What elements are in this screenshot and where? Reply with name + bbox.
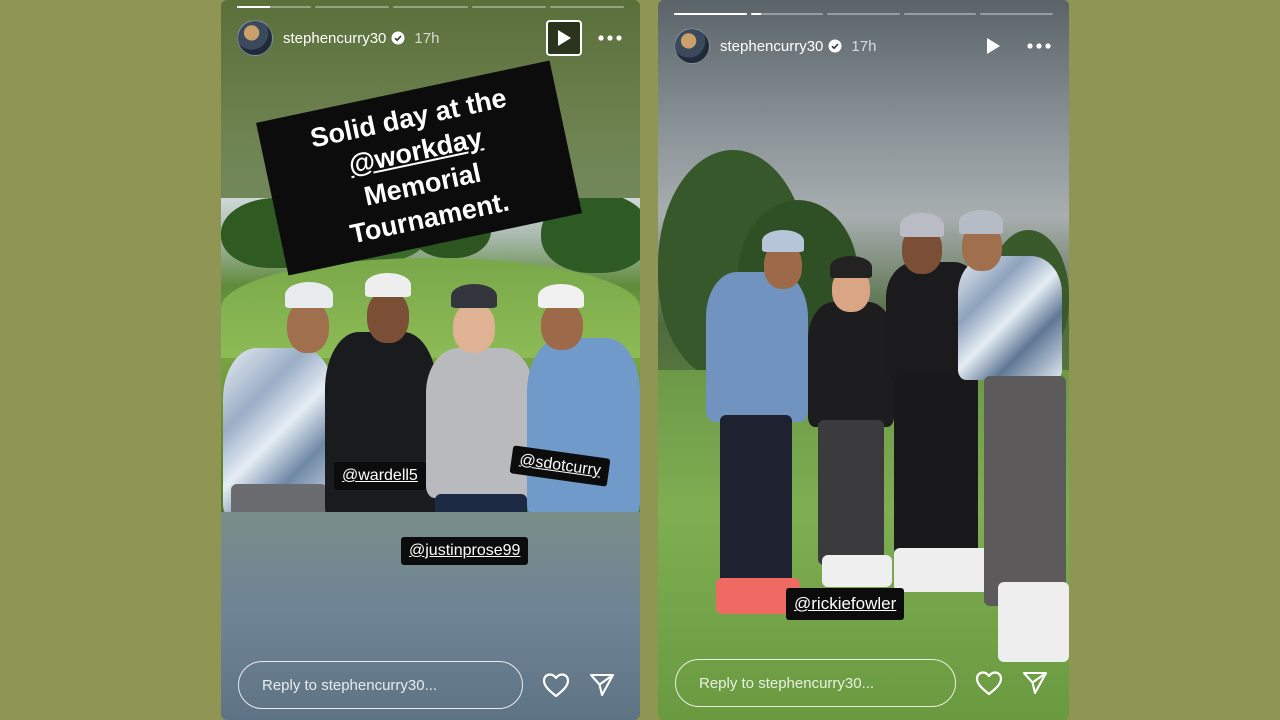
story-header: stephencurry30 17h [674, 28, 1053, 64]
post-time: 17h [414, 29, 440, 47]
more-options-button[interactable] [1025, 36, 1053, 56]
reply-input[interactable]: Reply to stephencurry30... [238, 661, 523, 709]
play-button[interactable] [975, 28, 1011, 64]
mention-tag-justinprose99[interactable]: @justinprose99 [401, 537, 529, 565]
progress-segment [980, 13, 1053, 15]
progress-segment [315, 6, 390, 8]
story-card-2[interactable]: stephencurry30 17h @rickiefowler Reply t… [658, 0, 1069, 720]
heart-icon [975, 671, 1003, 696]
username[interactable]: stephencurry30 [720, 38, 823, 55]
share-button[interactable] [1020, 668, 1050, 698]
story-card-1[interactable]: stephencurry30 17h Solid day at the @wor… [221, 0, 640, 720]
progress-segment [237, 6, 312, 8]
story-footer: Reply to stephencurry30... [238, 660, 624, 710]
send-icon [589, 673, 615, 697]
heart-icon [542, 673, 570, 698]
username[interactable]: stephencurry30 [283, 30, 386, 47]
progress-segment [750, 13, 824, 15]
mention-tag-wardell5[interactable]: @wardell5 [334, 462, 426, 490]
reply-input[interactable]: Reply to stephencurry30... [675, 659, 956, 707]
story-header: stephencurry30 17h [237, 20, 624, 56]
progress-segment [674, 13, 747, 15]
more-icon [598, 35, 622, 41]
progress-segment [827, 13, 900, 15]
avatar[interactable] [237, 20, 273, 56]
reply-placeholder: Reply to stephencurry30... [262, 676, 438, 694]
play-icon [987, 38, 1000, 54]
story-progress-bar [674, 13, 1053, 15]
play-icon [558, 30, 571, 46]
story-footer: Reply to stephencurry30... [675, 658, 1053, 708]
reply-placeholder: Reply to stephencurry30... [699, 674, 875, 692]
progress-segment [549, 6, 625, 8]
more-icon [1027, 43, 1051, 49]
verified-badge-icon [828, 39, 842, 53]
play-button[interactable] [546, 20, 582, 56]
progress-segment [903, 13, 977, 15]
avatar[interactable] [674, 28, 710, 64]
verified-badge-icon [391, 31, 405, 45]
progress-segment [471, 6, 546, 8]
progress-segment [393, 6, 468, 8]
share-button[interactable] [587, 670, 617, 700]
like-button[interactable] [541, 670, 571, 700]
mention-tag-rickiefowler[interactable]: @rickiefowler [786, 588, 905, 620]
story-progress-bar [237, 6, 625, 8]
more-options-button[interactable] [596, 28, 624, 48]
send-icon [1022, 671, 1048, 695]
like-button[interactable] [974, 668, 1004, 698]
post-time: 17h [851, 37, 877, 55]
